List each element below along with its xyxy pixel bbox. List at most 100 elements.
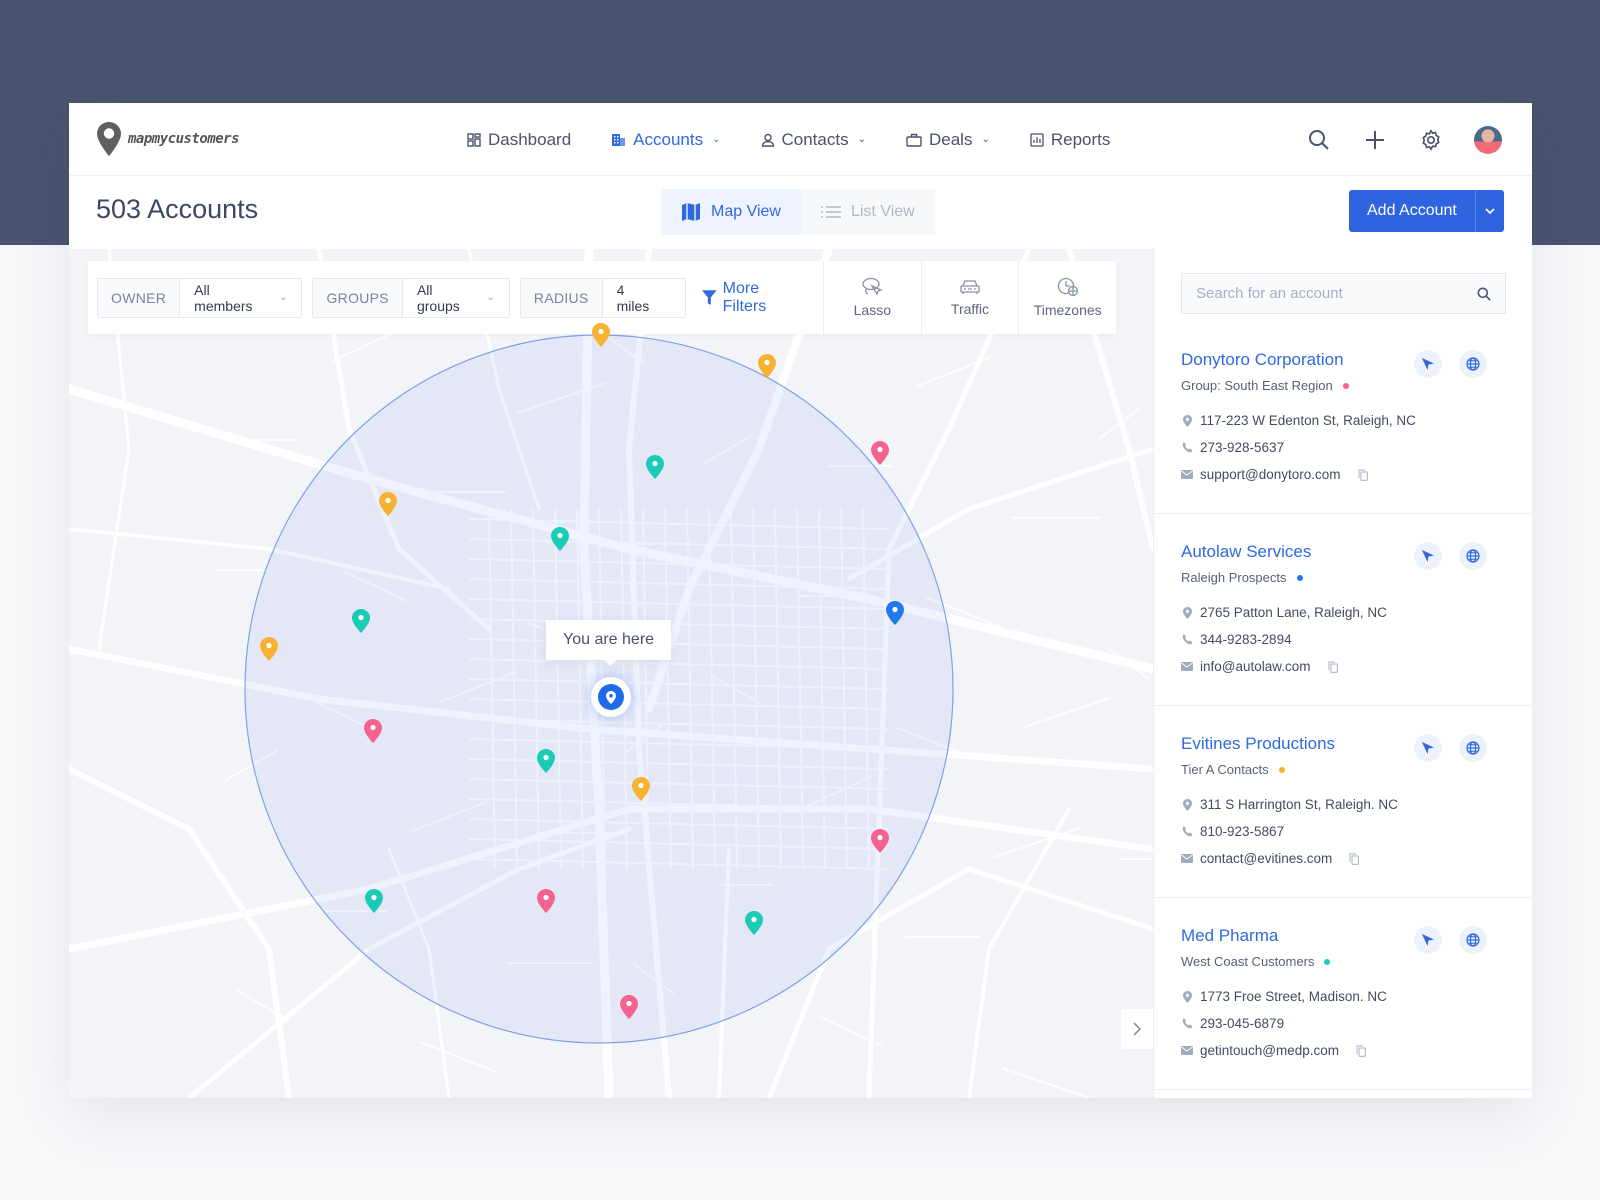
copy-button[interactable] (1357, 468, 1368, 481)
map-canvas[interactable]: OWNER All members ⌄ GROUPS All groups ⌄ … (69, 249, 1153, 1098)
account-name[interactable]: Med Pharma (1181, 926, 1278, 946)
accounts-panel: Donytoro Corporation Group: South East R… (1153, 249, 1532, 1098)
map-pin-pink[interactable] (537, 889, 555, 913)
map-pin-yellow[interactable] (260, 637, 278, 661)
account-email[interactable]: contact@evitines.com (1200, 851, 1332, 866)
copy-icon (1327, 660, 1338, 673)
pin-icon (1182, 990, 1192, 1003)
map-pin-teal[interactable] (352, 609, 370, 633)
map-pin-yellow[interactable] (379, 492, 397, 516)
add-account-dropdown[interactable] (1476, 190, 1504, 232)
plus-icon (1366, 130, 1384, 149)
map-pin-icon (632, 777, 650, 801)
lasso-tool-button[interactable]: Lasso (822, 261, 921, 334)
page-header: 503 Accounts Map View List View Add Acco… (69, 176, 1532, 249)
traffic-label: Traffic (950, 301, 990, 317)
groups-filter-select[interactable]: All groups ⌄ (403, 279, 509, 317)
map-pin-pink[interactable] (871, 441, 889, 465)
account-address: 311 S Harrington St, Raleigh. NC (1200, 797, 1398, 812)
account-group-label: West Coast Customers (1181, 954, 1315, 969)
nav-dashboard[interactable]: Dashboard (467, 130, 571, 150)
clock-globe-icon (1057, 277, 1078, 297)
account-card[interactable]: Med Pharma West Coast Customers 1773 Fro… (1154, 898, 1532, 1090)
account-address-row: 311 S Harrington St, Raleigh. NC (1181, 797, 1398, 812)
map-pin-pink[interactable] (871, 829, 889, 853)
map-pin-teal[interactable] (745, 911, 763, 935)
map-pin-teal[interactable] (646, 455, 664, 479)
navigate-button[interactable] (1414, 734, 1442, 762)
person-icon (761, 133, 774, 147)
more-filters-button[interactable]: More Filters (696, 280, 823, 316)
website-button[interactable] (1459, 926, 1487, 954)
globe-icon (1466, 741, 1480, 755)
map-pin-teal[interactable] (551, 527, 569, 551)
nav-contacts[interactable]: Contacts ⌄ (761, 130, 866, 150)
account-name[interactable]: Evitines Productions (1181, 734, 1335, 754)
account-actions (1414, 350, 1487, 378)
logo[interactable]: mapmycustomers (96, 121, 240, 157)
account-phone: 273-928-5637 (1200, 440, 1285, 455)
pin-icon (1182, 798, 1192, 811)
account-card[interactable]: Evitines Productions Tier A Contacts 311… (1154, 706, 1532, 898)
website-button[interactable] (1459, 734, 1487, 762)
owner-filter-select[interactable]: All members ⌄ (180, 279, 301, 317)
phone-icon (1182, 826, 1192, 837)
copy-button[interactable] (1327, 660, 1338, 673)
group-color-dot (1296, 574, 1303, 581)
nav-contacts-label: Contacts (781, 129, 849, 149)
list-view-button[interactable]: List View (800, 189, 935, 235)
map-pin-icon (551, 527, 569, 551)
search-button[interactable] (1306, 127, 1332, 153)
website-button[interactable] (1459, 542, 1487, 570)
add-account-button[interactable]: Add Account (1349, 190, 1476, 232)
copy-icon (1357, 468, 1368, 481)
map-pin-pink[interactable] (364, 719, 382, 743)
page-title-label: Accounts (147, 194, 259, 224)
map-pin-yellow[interactable] (592, 323, 610, 347)
map-pin-yellow[interactable] (632, 777, 650, 801)
map-pin-pink[interactable] (620, 995, 638, 1019)
account-card[interactable]: Autolaw Services Raleigh Prospects 2765 … (1154, 514, 1532, 706)
account-email-row: contact@evitines.com (1181, 851, 1360, 866)
account-search-input[interactable] (1196, 285, 1477, 302)
mail-icon (1181, 854, 1193, 863)
copy-button[interactable] (1349, 852, 1360, 865)
account-actions (1414, 734, 1487, 762)
account-email[interactable]: info@autolaw.com (1200, 659, 1311, 674)
account-address: 117-223 W Edenton St, Raleigh, NC (1200, 413, 1416, 428)
traffic-tool-button[interactable]: Traffic (920, 261, 1019, 334)
avatar[interactable] (1474, 125, 1502, 154)
map-pin-yellow[interactable] (758, 354, 776, 378)
collapse-panel-button[interactable] (1121, 1009, 1153, 1049)
navigate-button[interactable] (1414, 542, 1442, 570)
nav-reports[interactable]: Reports (1030, 130, 1110, 150)
account-card[interactable]: Donytoro Corporation Group: South East R… (1154, 322, 1532, 514)
nav-deals[interactable]: Deals ⌄ (906, 130, 990, 150)
timezones-tool-button[interactable]: Timezones (1018, 261, 1116, 334)
navigate-button[interactable] (1414, 926, 1442, 954)
account-name[interactable]: Autolaw Services (1181, 542, 1311, 562)
account-address: 1773 Froe Street, Madison. NC (1200, 989, 1387, 1004)
account-name[interactable]: Donytoro Corporation (1181, 350, 1344, 370)
navigate-button[interactable] (1414, 350, 1442, 378)
radius-filter-input[interactable]: 4 miles (603, 279, 685, 317)
account-group: Group: South East Region (1181, 378, 1349, 393)
map-pin-blue[interactable] (886, 601, 904, 625)
website-button[interactable] (1459, 350, 1487, 378)
account-email[interactable]: getintouch@medp.com (1200, 1043, 1339, 1058)
list-icon (820, 206, 841, 218)
map-pin-teal[interactable] (537, 749, 555, 773)
search-icon[interactable] (1477, 287, 1491, 301)
map-view-button[interactable]: Map View (661, 189, 801, 235)
mail-icon (1181, 470, 1193, 479)
map-pin-teal[interactable] (365, 889, 383, 913)
nav-accounts[interactable]: Accounts ⌄ (611, 130, 721, 150)
navigation-arrow-icon (1422, 934, 1434, 946)
add-button[interactable] (1362, 127, 1388, 153)
account-email[interactable]: support@donytoro.com (1200, 467, 1341, 482)
copy-icon (1356, 1044, 1367, 1057)
navigation-arrow-icon (1422, 550, 1434, 562)
settings-button[interactable] (1418, 127, 1444, 153)
current-location-marker[interactable] (591, 677, 631, 717)
copy-button[interactable] (1356, 1044, 1367, 1057)
